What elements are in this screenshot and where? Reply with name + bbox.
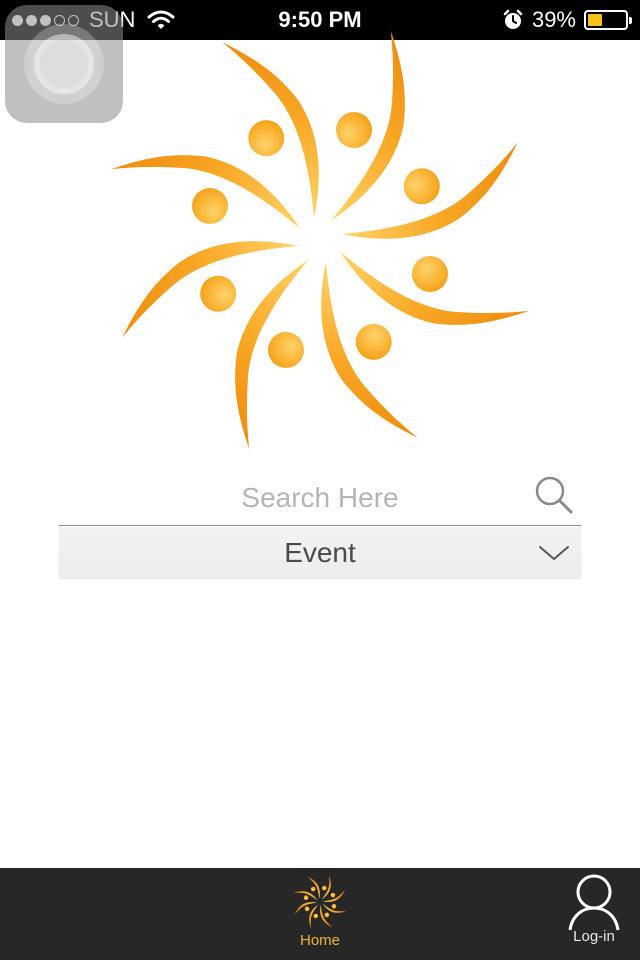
search-row [59,470,581,526]
search-icon[interactable] [531,472,577,518]
user-icon [568,874,620,931]
tab-home[interactable]: Home [270,868,370,960]
tab-home-label: Home [299,932,340,949]
alarm-icon [503,9,523,29]
sun-flower-logo [110,30,530,450]
sun-flower-icon [293,875,347,929]
battery-fill [588,14,602,26]
logo-arms [110,30,530,450]
battery-tip [629,17,632,24]
category-selected-value: Event [284,537,356,568]
search-input[interactable] [59,470,581,525]
tab-login[interactable]: Log-in [544,868,640,960]
chevron-down-icon[interactable] [538,541,570,565]
tab-login-label: Log-in [573,928,615,945]
assistive-ring [40,40,88,88]
category-select[interactable]: Event [59,527,581,579]
tab-bar: Home Log-in [0,868,640,960]
battery-icon [584,10,632,30]
